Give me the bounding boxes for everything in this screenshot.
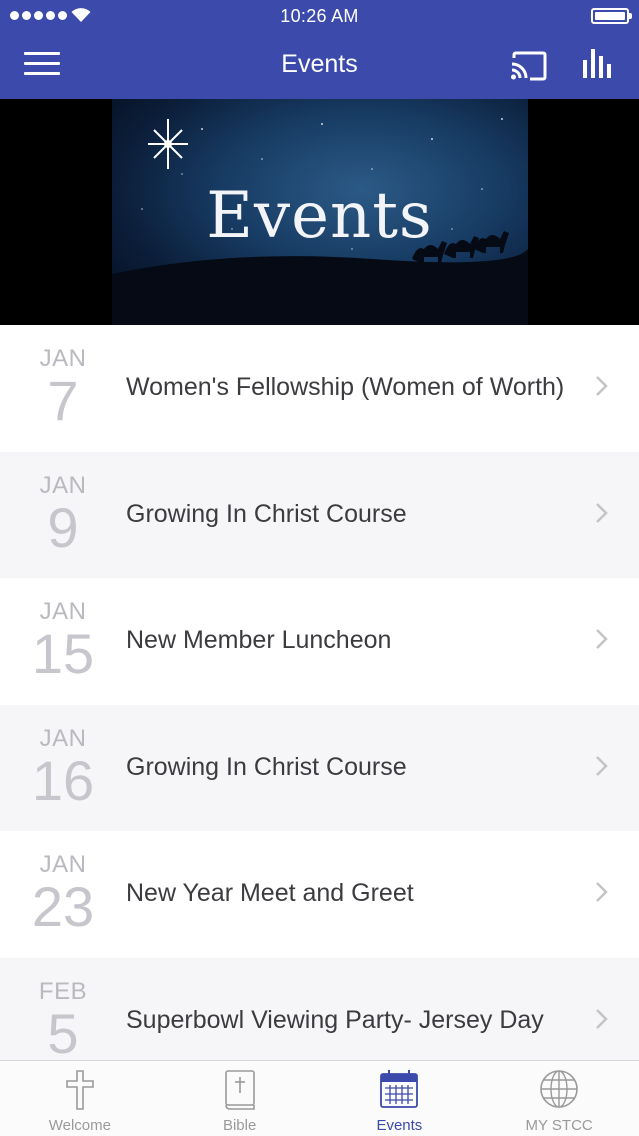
event-title: Women's Fellowship (Women of Worth) xyxy=(126,373,565,401)
bible-icon xyxy=(224,1070,255,1110)
chevron-right-icon xyxy=(596,502,608,523)
chevron-right-icon xyxy=(596,755,608,776)
event-row[interactable]: JAN 23 New Year Meet and Greet xyxy=(0,831,639,958)
top-bar: 10:26 AM Events xyxy=(0,0,639,99)
event-title: New Member Luncheon xyxy=(126,626,392,654)
status-time: 10:26 AM xyxy=(280,6,359,26)
tab-bible[interactable]: Bible xyxy=(160,1061,320,1136)
banner-title: Events xyxy=(206,179,433,253)
event-date: JAN 7 xyxy=(18,345,108,432)
event-row[interactable]: JAN 15 New Member Luncheon xyxy=(0,578,639,705)
globe-icon xyxy=(540,1070,578,1108)
hamburger-icon-line xyxy=(24,62,60,65)
event-title: Growing In Christ Course xyxy=(126,499,407,528)
hamburger-icon-line xyxy=(24,72,60,75)
tab-label: Bible xyxy=(222,1117,257,1134)
bar-chart-icon[interactable] xyxy=(580,46,616,82)
tab-label: Welcome xyxy=(48,1117,111,1134)
event-day: 23 xyxy=(31,875,95,938)
event-date: JAN 15 xyxy=(18,598,108,685)
events-banner: Events xyxy=(0,99,639,325)
cross-icon xyxy=(66,1070,94,1110)
hamburger-icon-line xyxy=(24,52,60,55)
chevron-right-icon xyxy=(596,376,608,396)
tab-events[interactable]: Events xyxy=(320,1061,480,1136)
battery-icon xyxy=(591,8,632,24)
tab-my-stcc[interactable]: MY STCC xyxy=(479,1061,639,1136)
event-date: JAN 9 xyxy=(18,472,108,559)
event-date: FEB 5 xyxy=(18,978,108,1065)
tab-bar: Welcome Bible Events MY STCC xyxy=(0,1060,639,1136)
chevron-right-icon xyxy=(596,629,608,649)
event-day: 7 xyxy=(47,369,79,432)
event-day: 9 xyxy=(47,495,79,559)
nav-bar: Events xyxy=(0,32,639,99)
chevron-right-icon xyxy=(596,1008,608,1029)
events-list: JAN 7 Women's Fellowship (Women of Worth… xyxy=(0,325,639,1084)
event-day: 15 xyxy=(31,622,95,685)
event-row[interactable]: JAN 9 Growing In Christ Course xyxy=(0,451,639,578)
tab-label: MY STCC xyxy=(525,1117,593,1134)
event-title: New Year Meet and Greet xyxy=(126,879,414,907)
status-bar: 10:26 AM xyxy=(0,0,639,32)
tab-welcome[interactable]: Welcome xyxy=(0,1061,160,1136)
event-day: 5 xyxy=(47,1001,79,1065)
event-row[interactable]: JAN 16 Growing In Christ Course xyxy=(0,704,639,831)
menu-button[interactable] xyxy=(24,52,60,78)
cast-icon[interactable] xyxy=(508,50,548,82)
tab-label: Events xyxy=(376,1117,423,1134)
calendar-icon xyxy=(380,1070,419,1108)
event-row[interactable]: JAN 7 Women's Fellowship (Women of Worth… xyxy=(0,325,639,452)
chevron-right-icon xyxy=(596,882,608,902)
event-date: JAN 16 xyxy=(18,725,108,812)
event-date: JAN 23 xyxy=(18,851,108,938)
event-title: Growing In Christ Course xyxy=(126,752,407,781)
event-title: Superbowl Viewing Party- Jersey Day xyxy=(126,1005,544,1034)
event-day: 16 xyxy=(31,748,95,812)
